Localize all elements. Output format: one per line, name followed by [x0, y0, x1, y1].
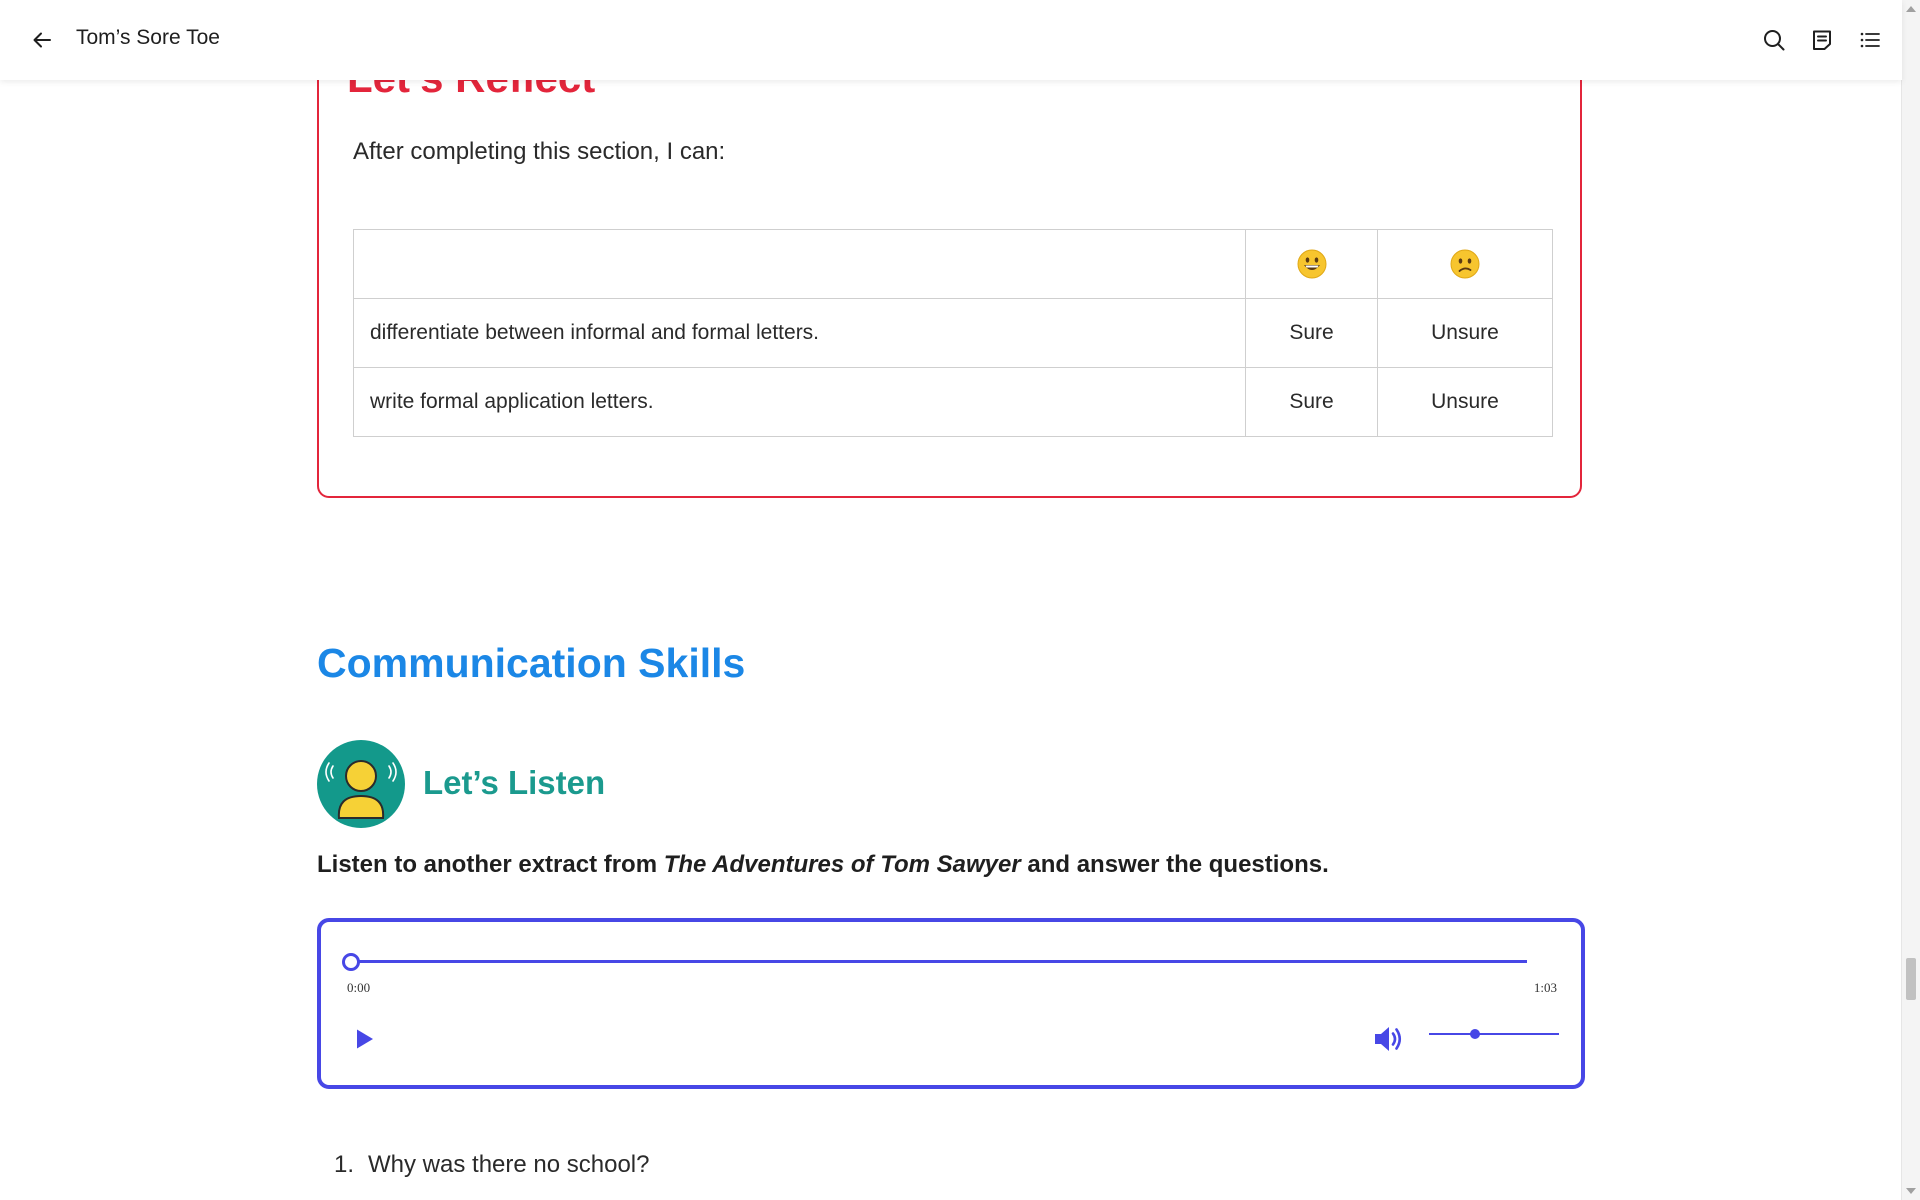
top-bar: Tom’s Sore Toe — [0, 0, 1902, 80]
list-icon — [1860, 32, 1880, 48]
row-unsure: Unsure — [1376, 298, 1554, 368]
top-actions — [1758, 24, 1886, 56]
scroll-down-icon[interactable] — [1906, 1188, 1916, 1194]
self-check-card: Let’s Reflect After completing this sect… — [317, 20, 1582, 498]
listening-person-icon — [317, 740, 405, 828]
table-header-row — [352, 229, 1554, 299]
scroll-up-icon[interactable] — [1906, 6, 1916, 12]
audio-current-time: 0:00 — [347, 980, 371, 995]
play-button[interactable] — [351, 1026, 377, 1052]
row-statement: write formal application letters. — [352, 367, 1247, 437]
search-button[interactable] — [1758, 24, 1790, 56]
play-icon — [357, 1029, 373, 1049]
volume-slider-track[interactable] — [1429, 1033, 1559, 1035]
search-icon — [1764, 30, 1785, 51]
table-row: write formal application letters. Sure U… — [352, 367, 1554, 437]
row-statement: differentiate between informal and forma… — [352, 298, 1247, 368]
notes-icon — [1813, 30, 1831, 50]
audio-progress-handle[interactable] — [342, 953, 360, 971]
row-sure: Sure — [1245, 367, 1378, 437]
scrollbar-thumb[interactable] — [1906, 958, 1916, 1000]
back-button[interactable] — [26, 24, 58, 56]
grinning-face-icon — [1297, 249, 1327, 279]
row-sure: Sure — [1245, 298, 1378, 368]
table-header-blank — [352, 229, 1247, 299]
self-check-table: differentiate between informal and forma… — [352, 229, 1554, 437]
instruction-text-end: and answer the questions. — [1020, 851, 1329, 878]
audio-total-time: 1:03 — [1533, 980, 1557, 995]
book-title: The Adventures of Tom Sawyer — [663, 851, 1021, 878]
listen-instruction: Listen to another extract from The Adven… — [317, 849, 1329, 881]
page-title: Tom’s Sore Toe — [76, 26, 220, 49]
table-header-happy — [1245, 229, 1378, 299]
volume-icon — [1375, 1027, 1402, 1051]
listen-heading: Let’s Listen — [423, 764, 606, 801]
question-list: 1. Why was there no school? — [334, 1148, 650, 1182]
question-text: Why was there no school? — [368, 1151, 650, 1178]
table-of-contents-button[interactable] — [1854, 24, 1886, 56]
volume-button[interactable] — [1371, 1022, 1405, 1056]
page: Let’s Reflect After completing this sect… — [0, 0, 1920, 1200]
list-item: 1. Why was there no school? — [334, 1148, 650, 1182]
self-check-intro: After completing this section, I can: — [353, 138, 726, 165]
vertical-scrollbar[interactable] — [1901, 0, 1920, 1200]
audio-player: 0:00 1:03 — [317, 918, 1585, 1089]
table-header-confused — [1376, 229, 1554, 299]
notes-button[interactable] — [1806, 24, 1838, 56]
instruction-text-start: Listen to another extract from — [317, 851, 664, 878]
arrow-left-icon — [33, 32, 51, 48]
table-row: differentiate between informal and forma… — [352, 298, 1554, 368]
row-unsure: Unsure — [1376, 367, 1554, 437]
audio-progress-track[interactable] — [351, 960, 1527, 963]
volume-slider-handle[interactable] — [1469, 1029, 1480, 1039]
section-heading: Communication Skills — [317, 640, 746, 686]
confused-face-icon — [1450, 249, 1480, 279]
question-number: 1. — [334, 1151, 355, 1178]
